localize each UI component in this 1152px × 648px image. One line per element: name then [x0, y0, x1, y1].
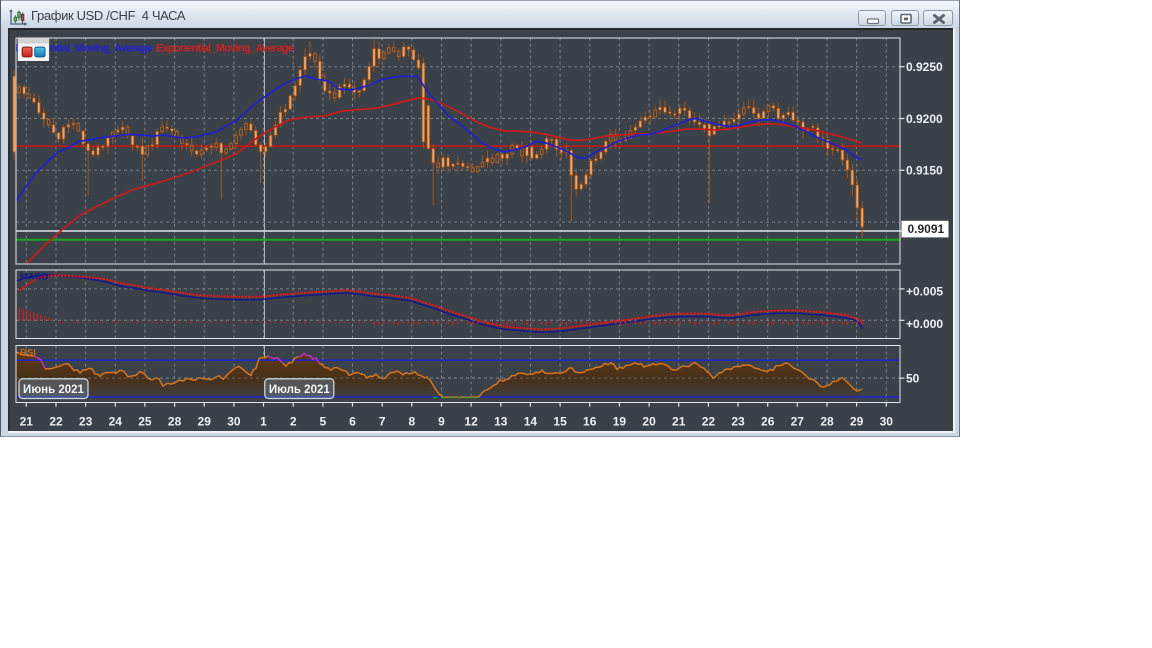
svg-text:9: 9 — [438, 415, 445, 429]
svg-text:RSI: RSI — [20, 348, 36, 359]
svg-text:50: 50 — [906, 371, 920, 385]
svg-text:21: 21 — [672, 415, 686, 429]
svg-text:25: 25 — [138, 415, 152, 429]
svg-text:27: 27 — [791, 415, 805, 429]
svg-text:24: 24 — [109, 415, 123, 429]
svg-text:13: 13 — [494, 415, 508, 429]
svg-text:MACD: MACD — [20, 272, 49, 283]
svg-text:0.9200: 0.9200 — [906, 112, 943, 126]
svg-text:29: 29 — [850, 415, 864, 429]
svg-text:19: 19 — [613, 415, 627, 429]
svg-text:23: 23 — [79, 415, 93, 429]
svg-text:26: 26 — [761, 415, 775, 429]
svg-text:5: 5 — [320, 415, 327, 429]
svg-text:22: 22 — [702, 415, 716, 429]
svg-text:+0.005: +0.005 — [906, 284, 943, 298]
svg-text:15: 15 — [553, 415, 567, 429]
svg-text:2: 2 — [290, 415, 297, 429]
svg-text:28: 28 — [820, 415, 834, 429]
svg-text:22: 22 — [49, 415, 63, 429]
svg-text:29: 29 — [198, 415, 212, 429]
svg-text:16: 16 — [583, 415, 597, 429]
svg-text:14: 14 — [524, 415, 538, 429]
svg-text:+0.000: +0.000 — [906, 317, 943, 331]
svg-text:0.9150: 0.9150 — [906, 164, 943, 178]
svg-text:6: 6 — [349, 415, 356, 429]
svg-text:20: 20 — [642, 415, 656, 429]
svg-text:Exponential_Moving_Average: Exponential_Moving_Average — [156, 43, 294, 55]
svg-text:0.9250: 0.9250 — [906, 60, 943, 74]
svg-text:1: 1 — [260, 415, 267, 429]
svg-text:Июль 2021: Июль 2021 — [269, 384, 331, 396]
svg-text:7: 7 — [379, 415, 386, 429]
svg-text:8: 8 — [408, 415, 415, 429]
svg-text:Июнь 2021: Июнь 2021 — [23, 384, 84, 396]
svg-text:30: 30 — [880, 415, 894, 429]
svg-text:0.9091: 0.9091 — [908, 222, 945, 236]
svg-text:28: 28 — [168, 415, 182, 429]
svg-text:23: 23 — [731, 415, 745, 429]
svg-text:12: 12 — [464, 415, 478, 429]
svg-text:21: 21 — [20, 415, 34, 429]
svg-text:30: 30 — [227, 415, 241, 429]
